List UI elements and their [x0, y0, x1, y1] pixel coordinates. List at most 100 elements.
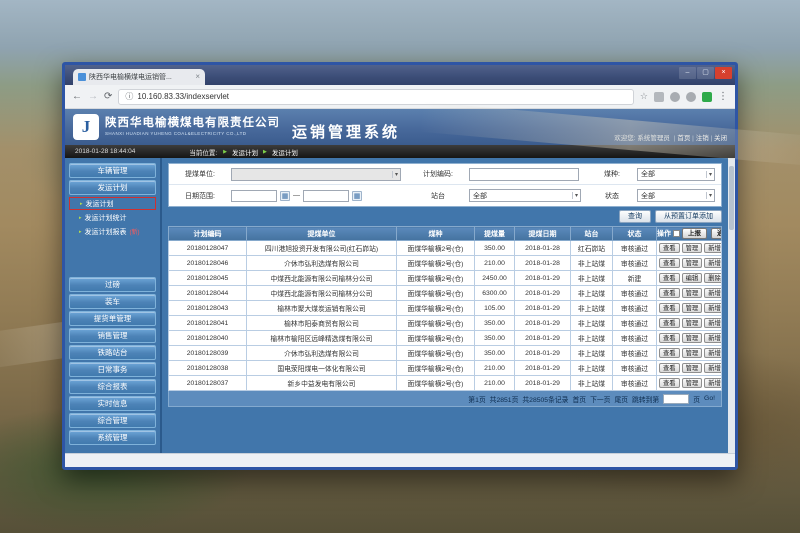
- browser-menu-icon[interactable]: ⋮: [718, 91, 728, 102]
- back-button[interactable]: ←: [72, 92, 82, 102]
- pagination-link-0[interactable]: 首页: [572, 394, 586, 404]
- browser-tab[interactable]: 陕西华电榆横煤电运销管... ×: [73, 69, 205, 85]
- calendar-icon[interactable]: ▦: [352, 191, 362, 201]
- row-action-button[interactable]: 管理: [682, 363, 703, 373]
- row-action-button[interactable]: 编辑: [682, 273, 703, 283]
- cell-date: 2018-01-29: [515, 271, 571, 286]
- row-action-button[interactable]: 查看: [659, 303, 680, 313]
- add-from-preset-button[interactable]: 从预置订单添加: [655, 210, 722, 223]
- cell-code: 20180128040: [169, 331, 247, 346]
- sidebar-item-14[interactable]: 综合管理: [69, 413, 156, 428]
- sidebar-item-1[interactable]: 发运计划: [69, 180, 156, 195]
- maximize-button[interactable]: ▢: [697, 67, 714, 79]
- header-link-0[interactable]: 首页: [677, 135, 690, 142]
- row-action-button[interactable]: 查看: [659, 378, 680, 388]
- row-action-button[interactable]: 管理: [682, 378, 703, 388]
- row-action-button[interactable]: 查看: [659, 333, 680, 343]
- plan-code-input[interactable]: [469, 168, 579, 181]
- sidebar-item-6[interactable]: 过磅: [69, 277, 156, 292]
- sidebar-item-10[interactable]: 铁路站台: [69, 345, 156, 360]
- cell-code: 20180128038: [169, 361, 247, 376]
- row-action-button[interactable]: 查看: [659, 348, 680, 358]
- sidebar-item-0[interactable]: 车辆管理: [69, 163, 156, 178]
- station-select[interactable]: 全部 ▾: [469, 189, 581, 202]
- sidebar-item-8[interactable]: 提货单管理: [69, 311, 156, 326]
- row-action-button[interactable]: 查看: [659, 363, 680, 373]
- sidebar-subitem-3[interactable]: ▸发运计划统计: [69, 211, 156, 224]
- row-action-button[interactable]: 新增: [704, 318, 721, 328]
- refresh-button[interactable]: ⟳: [104, 92, 112, 102]
- extension-icon[interactable]: [654, 92, 664, 102]
- url-box[interactable]: ⓘ 10.160.83.33/indexservlet: [118, 89, 634, 105]
- date-from-input[interactable]: [231, 190, 277, 202]
- pagination-link-2[interactable]: 尾页: [614, 394, 628, 404]
- row-action-button[interactable]: 管理: [682, 318, 703, 328]
- row-action-button[interactable]: 删除: [704, 273, 721, 283]
- row-action-button[interactable]: 管理: [682, 348, 703, 358]
- tab-close-icon[interactable]: ×: [195, 73, 200, 81]
- scrollbar-thumb[interactable]: [729, 166, 734, 230]
- row-action-button[interactable]: 新增: [704, 258, 721, 268]
- cell-qty: 350.00: [475, 241, 515, 256]
- coal-select[interactable]: 全部 ▾: [637, 168, 715, 181]
- go-button[interactable]: Go!: [704, 395, 715, 402]
- select-all-checkbox[interactable]: [673, 230, 680, 237]
- row-action-button[interactable]: 管理: [682, 288, 703, 298]
- query-button[interactable]: 查询: [619, 210, 651, 223]
- extension-icon[interactable]: [670, 92, 680, 102]
- sidebar-subitem-4[interactable]: ▸发运计划报表(新): [69, 225, 156, 238]
- date-to-input[interactable]: [303, 190, 349, 202]
- row-action-button[interactable]: 管理: [682, 258, 703, 268]
- site-info-icon[interactable]: ⓘ: [125, 91, 133, 102]
- row-action-button[interactable]: 管理: [682, 333, 703, 343]
- extension-icon[interactable]: [702, 92, 712, 102]
- pagination-bar: 第1页 共2851页 共28505条记录 首页下一页尾页 跳转到第 页 Go!: [168, 391, 722, 407]
- calendar-icon[interactable]: ▦: [280, 191, 290, 201]
- header-link-separator: |: [709, 135, 714, 142]
- unit-select[interactable]: ▾: [231, 168, 401, 181]
- bookmark-star-icon[interactable]: ☆: [640, 91, 648, 102]
- status-select[interactable]: 全部 ▾: [637, 189, 715, 202]
- cell-date: 2018-01-28: [515, 256, 571, 271]
- row-action-button[interactable]: 查看: [659, 243, 680, 253]
- close-button[interactable]: ×: [715, 67, 732, 79]
- row-action-button[interactable]: 管理: [682, 243, 703, 253]
- row-action-button[interactable]: 查看: [659, 273, 680, 283]
- sidebar-item-12[interactable]: 综合报表: [69, 379, 156, 394]
- header-button-1[interactable]: 通过: [711, 228, 722, 239]
- sidebar-subitem-2[interactable]: ▸发运计划: [69, 197, 156, 210]
- page-number: 第1页: [468, 394, 485, 404]
- sidebar-item-13[interactable]: 实时信息: [69, 396, 156, 411]
- row-action-button[interactable]: 查看: [659, 258, 680, 268]
- row-action-button[interactable]: 新增: [704, 378, 721, 388]
- column-header-6: 状态: [613, 227, 657, 241]
- sidebar-item-7[interactable]: 装车: [69, 294, 156, 309]
- row-action-button[interactable]: 新增: [704, 303, 721, 313]
- extension-icon[interactable]: [686, 92, 696, 102]
- row-action-button[interactable]: 新增: [704, 363, 721, 373]
- breadcrumb-item[interactable]: 发运计划: [272, 147, 298, 157]
- row-action-button[interactable]: 管理: [682, 303, 703, 313]
- jump-page-input[interactable]: [663, 394, 689, 404]
- cell-actions: 查看编辑删除新增: [657, 271, 722, 286]
- page-scrollbar[interactable]: [728, 158, 735, 453]
- row-action-button[interactable]: 新增: [704, 333, 721, 343]
- chevron-down-icon: ▾: [392, 171, 400, 178]
- cell-station: 红石峁站: [571, 241, 613, 256]
- breadcrumb-item[interactable]: 发运计划: [232, 147, 258, 157]
- header-link-1[interactable]: 注销: [696, 135, 709, 142]
- sidebar-item-11[interactable]: 日常事务: [69, 362, 156, 377]
- minimize-button[interactable]: –: [679, 67, 696, 79]
- row-action-button[interactable]: 新增: [704, 243, 721, 253]
- sidebar-item-15[interactable]: 系统管理: [69, 430, 156, 445]
- header-link-2[interactable]: 关闭: [714, 135, 727, 142]
- row-action-button[interactable]: 新增: [704, 348, 721, 358]
- row-action-button[interactable]: 新增: [704, 288, 721, 298]
- header-button-0[interactable]: 上报: [682, 228, 707, 239]
- row-action-button[interactable]: 查看: [659, 288, 680, 298]
- pagination-link-1[interactable]: 下一页: [590, 394, 610, 404]
- sidebar-item-9[interactable]: 销售管理: [69, 328, 156, 343]
- row-action-button[interactable]: 查看: [659, 318, 680, 328]
- forward-button[interactable]: →: [88, 92, 98, 102]
- cell-date: 2018-01-29: [515, 346, 571, 361]
